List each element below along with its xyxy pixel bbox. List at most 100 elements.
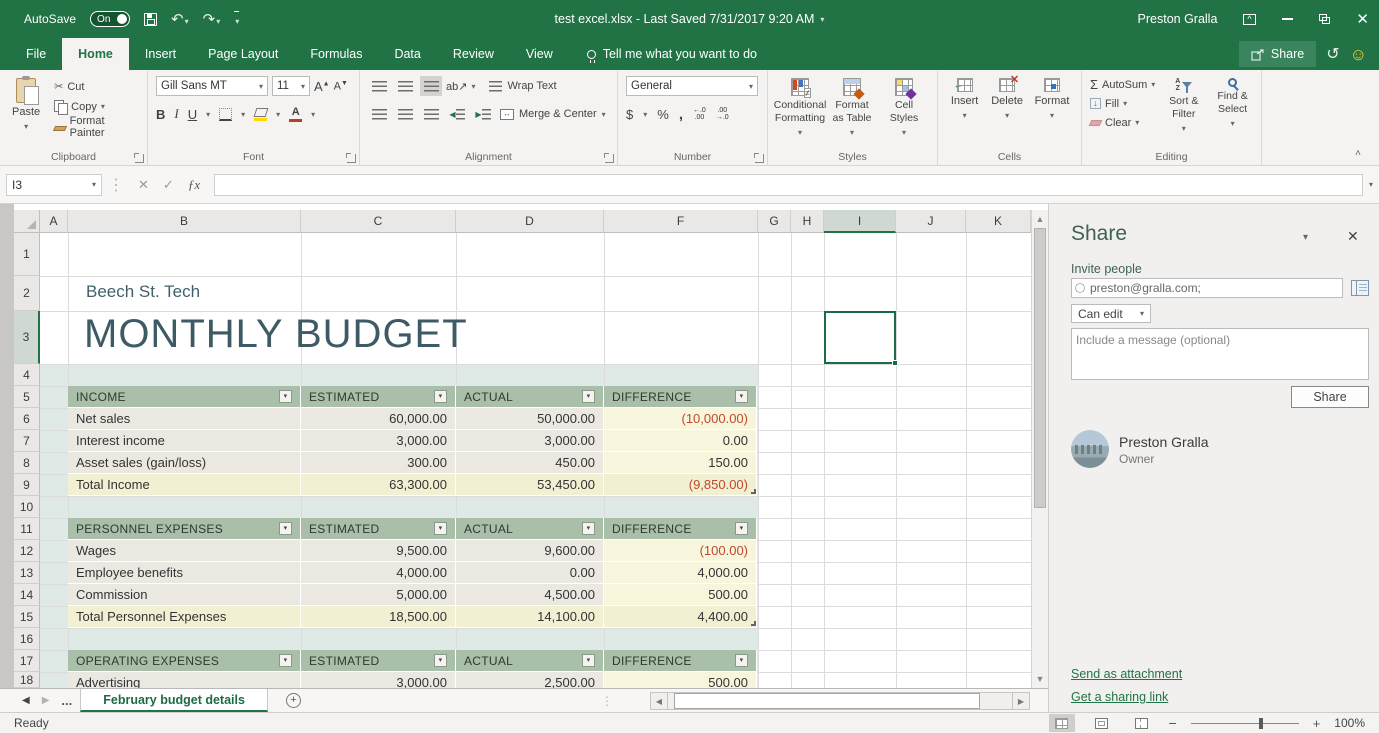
column-header-B[interactable]: B bbox=[68, 210, 301, 233]
share-ribbon-button[interactable]: Share bbox=[1239, 41, 1316, 67]
enter-entry-icon[interactable]: ✓ bbox=[163, 177, 174, 193]
row-header-1[interactable]: 1 bbox=[14, 233, 40, 276]
table-header-cell[interactable]: ESTIMATED▾ bbox=[301, 650, 456, 672]
clipboard-dialog-launcher[interactable] bbox=[135, 154, 144, 163]
budget-value-cell[interactable]: 5,000.00 bbox=[301, 584, 456, 606]
activity-history-icon[interactable]: ↺ bbox=[1326, 44, 1339, 64]
budget-value-cell[interactable]: 150.00 bbox=[604, 452, 757, 474]
row-header-18[interactable]: 18 bbox=[14, 672, 40, 688]
zoom-in-button[interactable]: + bbox=[1313, 716, 1321, 731]
name-box[interactable]: I3 ▾ bbox=[6, 174, 102, 196]
budget-value-cell[interactable]: 300.00 bbox=[301, 452, 456, 474]
top-align-button[interactable] bbox=[368, 76, 390, 96]
ribbon-tab-review[interactable]: Review bbox=[437, 38, 510, 70]
clear-button[interactable]: Clear▾ bbox=[1088, 115, 1157, 130]
budget-value-cell[interactable]: 0.00 bbox=[604, 430, 757, 452]
conditional-formatting-button[interactable]: ≠ Conditional Formatting▾ bbox=[774, 75, 826, 149]
restore-button[interactable] bbox=[1319, 14, 1330, 24]
number-format-combo[interactable]: General▾ bbox=[626, 76, 758, 96]
table-header-cell[interactable]: DIFFERENCE▾ bbox=[604, 386, 757, 408]
budget-total-value[interactable]: 14,100.00 bbox=[456, 606, 604, 628]
budget-value-cell[interactable]: 0.00 bbox=[456, 562, 604, 584]
bottom-align-button[interactable] bbox=[420, 76, 442, 96]
expand-formula-bar-icon[interactable]: ▾ bbox=[1369, 180, 1373, 189]
budget-value-cell[interactable]: 4,000.00 bbox=[604, 562, 757, 584]
shrink-font-button[interactable]: A▼ bbox=[334, 80, 348, 93]
budget-value-cell[interactable]: 450.00 bbox=[456, 452, 604, 474]
undo-button[interactable]: ↶▾ bbox=[171, 12, 189, 27]
comma-style-button[interactable]: , bbox=[679, 106, 683, 123]
merge-center-button[interactable]: ↔ Merge & Center▾ bbox=[498, 103, 608, 125]
minimize-button[interactable] bbox=[1282, 18, 1293, 20]
row-header-2[interactable]: 2 bbox=[14, 276, 40, 311]
formula-input[interactable] bbox=[214, 174, 1363, 196]
table-header-cell[interactable]: ACTUAL▾ bbox=[456, 518, 604, 540]
select-all-corner[interactable] bbox=[14, 210, 40, 233]
format-cells-button[interactable]: Format▾ bbox=[1029, 75, 1075, 149]
italic-button[interactable]: I bbox=[174, 106, 178, 122]
row-header-16[interactable]: 16 bbox=[14, 628, 40, 650]
table-header-cell[interactable]: ACTUAL▾ bbox=[456, 650, 604, 672]
address-book-icon[interactable] bbox=[1351, 280, 1369, 296]
font-dialog-launcher[interactable] bbox=[347, 154, 356, 163]
budget-value-cell[interactable]: 2,500.00 bbox=[456, 672, 604, 688]
zoom-slider-thumb[interactable] bbox=[1259, 718, 1263, 729]
scroll-left-icon[interactable]: ◀ bbox=[650, 692, 668, 710]
budget-value-cell[interactable]: 3,000.00 bbox=[456, 430, 604, 452]
feedback-smiley-icon[interactable]: ☺ bbox=[1350, 46, 1367, 63]
scroll-down-icon[interactable]: ▼ bbox=[1034, 674, 1046, 684]
copy-button[interactable]: Copy▾ bbox=[52, 99, 141, 114]
filter-dropdown-icon[interactable]: ▾ bbox=[434, 654, 447, 667]
column-header-H[interactable]: H bbox=[791, 210, 824, 233]
row-header-10[interactable]: 10 bbox=[14, 496, 40, 518]
column-header-F[interactable]: F bbox=[604, 210, 758, 233]
budget-total-value[interactable]: 53,450.00 bbox=[456, 474, 604, 496]
budget-value-cell[interactable]: 60,000.00 bbox=[301, 408, 456, 430]
row-header-5[interactable]: 5 bbox=[14, 386, 40, 408]
row-header-13[interactable]: 13 bbox=[14, 562, 40, 584]
row-header-17[interactable]: 17 bbox=[14, 650, 40, 672]
filter-dropdown-icon[interactable]: ▾ bbox=[434, 522, 447, 535]
budget-total-label[interactable]: Total Income bbox=[68, 474, 301, 496]
accounting-format-button[interactable]: $ bbox=[626, 107, 633, 122]
ribbon-display-options-icon[interactable] bbox=[1243, 14, 1256, 25]
more-sheets-button[interactable]: ... bbox=[61, 693, 72, 708]
autosave-toggle[interactable]: On bbox=[90, 11, 130, 27]
budget-total-value[interactable]: (9,850.00) bbox=[604, 474, 757, 496]
underline-button[interactable]: U bbox=[188, 107, 197, 122]
row-header-11[interactable]: 11 bbox=[14, 518, 40, 540]
sheet-title-cell[interactable]: MONTHLY BUDGET bbox=[84, 312, 684, 360]
cancel-entry-icon[interactable]: ✕ bbox=[138, 177, 149, 193]
column-header-J[interactable]: J bbox=[896, 210, 966, 233]
column-header-C[interactable]: C bbox=[301, 210, 456, 233]
ribbon-tab-home[interactable]: Home bbox=[62, 38, 129, 70]
align-left-button[interactable] bbox=[368, 104, 390, 124]
table-header-cell[interactable]: PERSONNEL EXPENSES▾ bbox=[68, 518, 301, 540]
vertical-scrollbar[interactable]: ▲▼ bbox=[1031, 210, 1048, 688]
row-header-4[interactable]: 4 bbox=[14, 364, 40, 386]
pane-close-icon[interactable]: ✕ bbox=[1347, 228, 1359, 245]
budget-value-cell[interactable]: 9,600.00 bbox=[456, 540, 604, 562]
filter-dropdown-icon[interactable]: ▾ bbox=[279, 390, 292, 403]
horizontal-scroll-thumb[interactable] bbox=[674, 693, 980, 709]
vertical-scroll-thumb[interactable] bbox=[1034, 228, 1046, 508]
insert-function-icon[interactable]: ƒx bbox=[188, 177, 200, 193]
table-header-cell[interactable]: ACTUAL▾ bbox=[456, 386, 604, 408]
table-resize-corner[interactable] bbox=[751, 621, 756, 626]
budget-total-value[interactable]: 18,500.00 bbox=[301, 606, 456, 628]
row-header-3[interactable]: 3 bbox=[14, 311, 40, 364]
company-name-cell[interactable]: Beech St. Tech bbox=[86, 282, 386, 304]
filter-dropdown-icon[interactable]: ▾ bbox=[735, 522, 748, 535]
column-header-I[interactable]: I bbox=[824, 210, 896, 233]
page-layout-view-button[interactable] bbox=[1089, 714, 1115, 732]
budget-value-cell[interactable]: (10,000.00) bbox=[604, 408, 757, 430]
bold-button[interactable]: B bbox=[156, 107, 165, 122]
column-header-A[interactable]: A bbox=[40, 210, 68, 233]
cut-button[interactable]: ✂ Cut bbox=[52, 79, 141, 94]
fill-button[interactable]: ↓ Fill▾ bbox=[1088, 96, 1157, 111]
ribbon-tab-page-layout[interactable]: Page Layout bbox=[192, 38, 294, 70]
autosum-button[interactable]: Σ AutoSum▾ bbox=[1088, 77, 1157, 92]
zoom-out-button[interactable]: − bbox=[1169, 715, 1177, 731]
font-size-combo[interactable]: 11▾ bbox=[272, 76, 310, 96]
budget-value-cell[interactable]: 500.00 bbox=[604, 584, 757, 606]
